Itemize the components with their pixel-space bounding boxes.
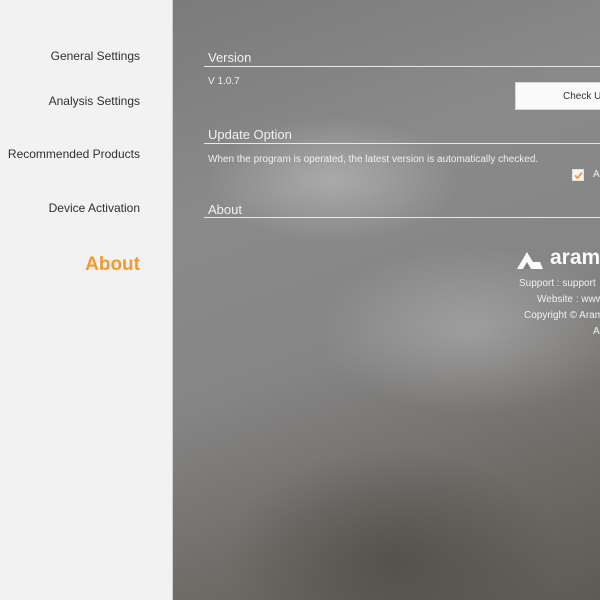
aram-logo-icon	[517, 252, 543, 269]
update-option-divider	[204, 143, 600, 144]
check-update-button[interactable]: Check U	[515, 82, 600, 110]
sidebar-item-device-activation[interactable]: Device Activation	[49, 201, 140, 215]
support-email-text: Support : support	[519, 278, 596, 289]
sidebar-item-general-settings[interactable]: General Settings	[51, 49, 140, 63]
rights-text: A	[593, 326, 600, 337]
auto-check-label: A	[593, 169, 600, 180]
auto-check-checkbox[interactable]	[572, 169, 584, 181]
version-value: V 1.0.7	[208, 76, 240, 87]
copyright-text: Copyright © Aram	[524, 310, 600, 321]
checkmark-icon	[574, 171, 583, 180]
sidebar-item-about[interactable]: About	[85, 254, 140, 276]
version-section-title: Version	[208, 50, 252, 65]
version-divider	[204, 66, 600, 67]
main-panel: Version V 1.0.7 Check U Update Option Wh…	[173, 0, 600, 600]
about-divider	[204, 217, 600, 218]
sidebar-item-analysis-settings[interactable]: Analysis Settings	[49, 94, 140, 108]
update-option-description: When the program is operated, the latest…	[208, 154, 539, 165]
sidebar-item-recommended-products[interactable]: Recommended Products	[8, 147, 140, 161]
aram-logo-text: aram	[550, 246, 600, 269]
about-section-title: About	[208, 202, 242, 217]
settings-sidebar: General Settings Analysis Settings Recom…	[0, 0, 173, 600]
website-text: Website : www	[537, 294, 600, 305]
update-option-section-title: Update Option	[208, 127, 292, 142]
